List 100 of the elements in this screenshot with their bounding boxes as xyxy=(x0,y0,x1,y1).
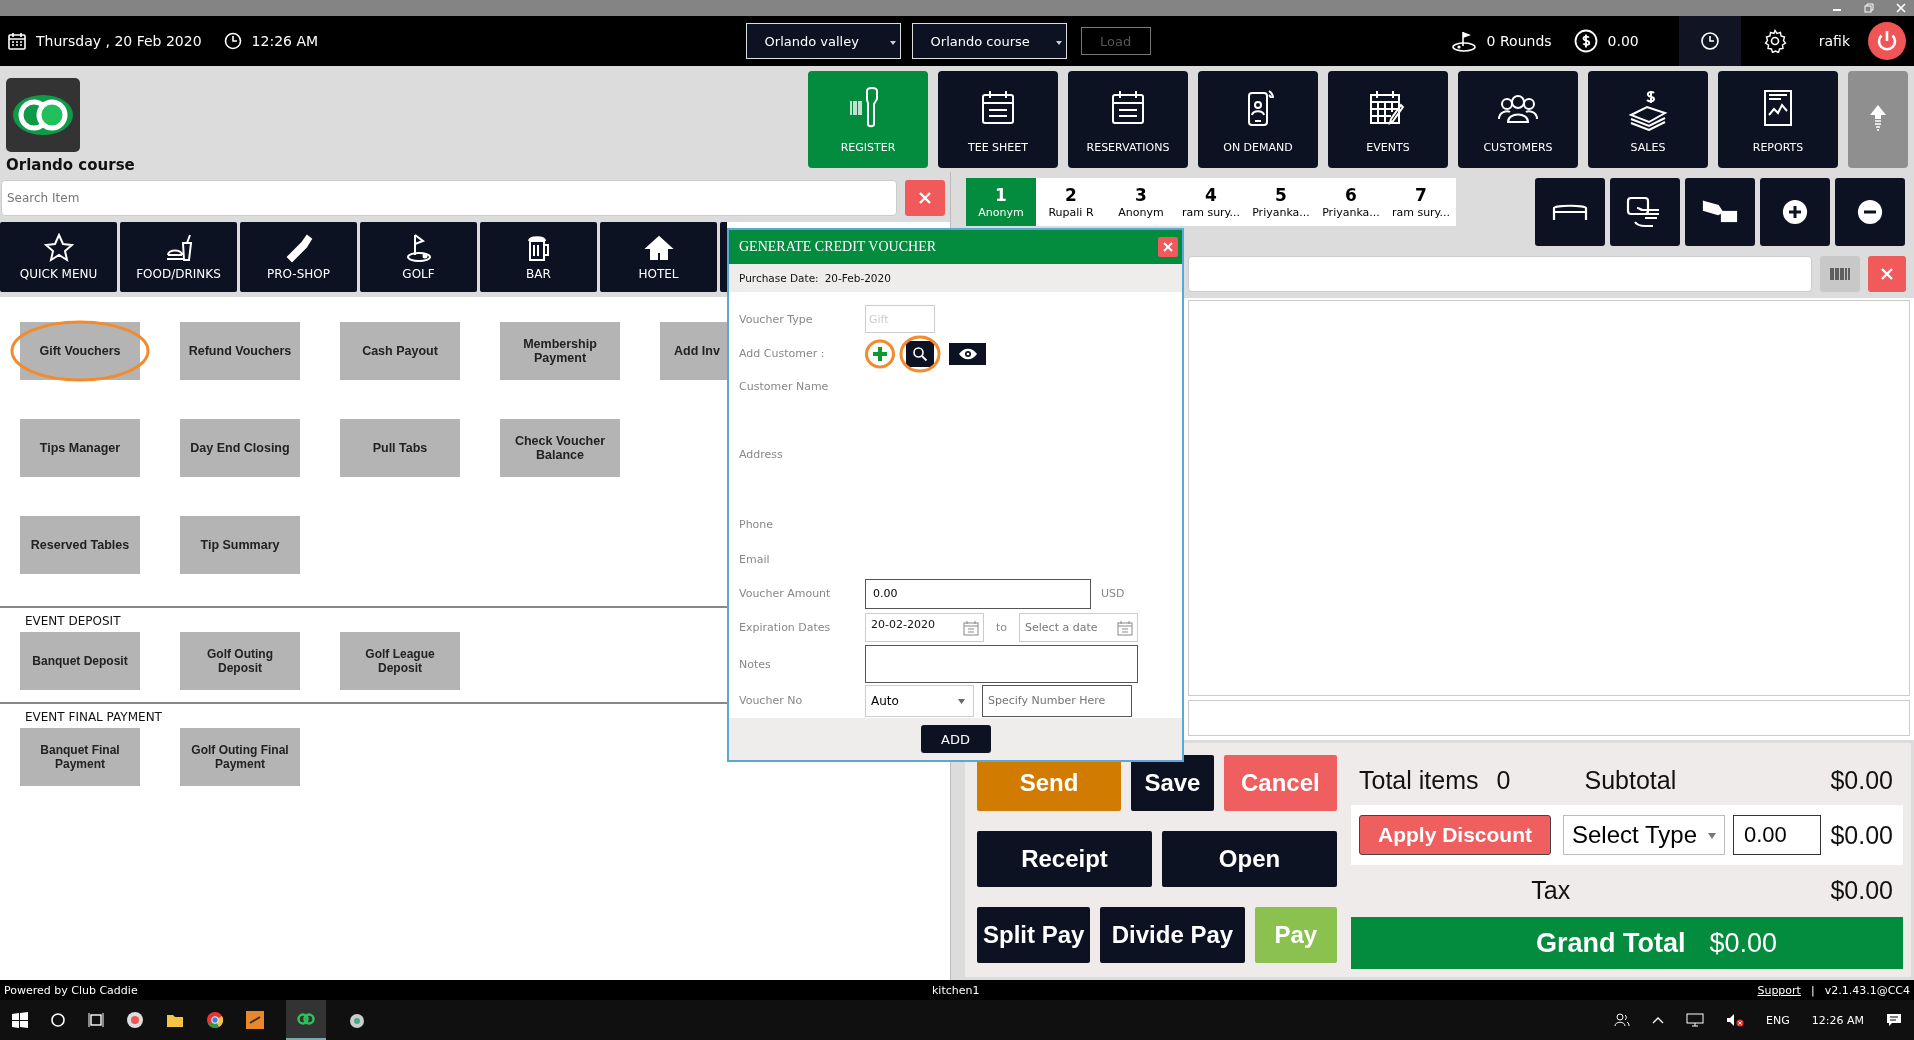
nav-button[interactable]: EVENTS xyxy=(1328,70,1448,168)
taskbar-clock[interactable]: 12:26 AM xyxy=(1811,1013,1864,1027)
nav-button[interactable]: REPORTS xyxy=(1718,70,1838,168)
menu-tile[interactable]: Reserved Tables xyxy=(20,516,140,574)
date-to-field[interactable]: Select a date xyxy=(1019,613,1139,643)
action-button[interactable]: Split Pay xyxy=(977,907,1091,963)
field-label: Expiration Dates xyxy=(739,621,832,635)
action-button[interactable]: Save xyxy=(1131,755,1214,811)
search-customer-button[interactable] xyxy=(906,340,934,367)
to-text: to xyxy=(996,621,1008,635)
tool-button[interactable] xyxy=(1835,178,1905,246)
chevron-up-icon[interactable] xyxy=(1652,1016,1665,1024)
menu-tile[interactable]: Golf Outing Deposit xyxy=(180,632,300,690)
menu-tile[interactable]: Add Inv xyxy=(660,322,727,380)
balance-text: 0.00 xyxy=(1607,33,1639,49)
nav-button[interactable]: SALES xyxy=(1588,70,1708,168)
subtotal-label: Subtotal xyxy=(1584,765,1677,795)
menu-tile[interactable]: Pull Tabs xyxy=(340,419,460,477)
network-icon[interactable] xyxy=(1686,1013,1705,1027)
nav-button[interactable]: TEE SHEET xyxy=(938,70,1058,168)
tool-button[interactable] xyxy=(1535,178,1605,246)
field-label: Notes xyxy=(739,657,772,671)
voucher-number-field[interactable]: Specify Number Here xyxy=(982,684,1132,717)
category-tab[interactable]: PRO-SHOP xyxy=(240,222,357,292)
date-from-field[interactable]: 20-02-2020 xyxy=(865,613,984,643)
action-button[interactable]: Divide Pay xyxy=(1100,907,1245,963)
action-button[interactable]: Open xyxy=(1162,831,1337,887)
restore-icon[interactable] xyxy=(1864,3,1874,13)
support-link[interactable]: Support xyxy=(1757,983,1801,997)
menu-tile[interactable]: Check Voucher Balance xyxy=(500,419,620,477)
settings-icon[interactable] xyxy=(1762,29,1787,53)
clear-search-button[interactable] xyxy=(905,180,945,216)
item-scan-field[interactable] xyxy=(1188,256,1812,292)
close-dialog-button[interactable] xyxy=(1158,237,1178,257)
menu-tile[interactable]: Gift Vouchers xyxy=(20,322,140,380)
time-text: 12:26 AM xyxy=(251,33,319,49)
nav-button[interactable]: REGISTER xyxy=(808,70,928,168)
action-button[interactable]: Receipt xyxy=(977,831,1152,887)
menu-tile[interactable]: Tip Summary xyxy=(180,516,300,574)
voucher-amount-field[interactable]: 0.00 xyxy=(865,578,1091,609)
search-icon xyxy=(912,345,928,362)
language-indicator[interactable]: ENG xyxy=(1766,1013,1790,1027)
app-icon[interactable] xyxy=(126,1011,144,1029)
dialog-title: GENERATE CREDIT VOUCHER xyxy=(739,239,937,255)
category-tab[interactable]: HOTEL xyxy=(600,222,717,292)
order-tab[interactable]: 1 Anonym xyxy=(966,178,1036,226)
search-field[interactable]: Search Item xyxy=(1,180,897,216)
tool-button[interactable] xyxy=(1610,178,1680,246)
browser-icon[interactable] xyxy=(206,1011,224,1029)
menu-tile[interactable]: Membership Payment xyxy=(500,322,620,380)
category-tab[interactable]: GOLF xyxy=(360,222,477,292)
nav-button[interactable]: RESERVATIONS xyxy=(1068,70,1188,168)
clear-order-button[interactable] xyxy=(1868,256,1906,292)
discount-value-field[interactable]: 0.00 xyxy=(1733,815,1821,855)
section-title: EVENT FINAL PAYMENT xyxy=(24,710,162,724)
people-icon[interactable] xyxy=(1614,1012,1631,1028)
discount-amount: $0.00 xyxy=(1830,820,1893,850)
muted-speaker-icon[interactable] xyxy=(1726,1013,1745,1027)
add-customer-icon[interactable] xyxy=(872,345,888,362)
nav-button[interactable]: CUSTOMERS xyxy=(1458,70,1578,168)
tool-button[interactable] xyxy=(1760,178,1830,246)
notification-icon[interactable] xyxy=(1886,1013,1902,1027)
voucher-no-select[interactable]: Auto xyxy=(865,684,974,717)
add-button[interactable]: ADD xyxy=(920,725,991,753)
task-view-icon[interactable] xyxy=(88,1012,104,1028)
star-icon xyxy=(43,233,74,263)
close-icon[interactable] xyxy=(1896,3,1906,13)
nav-button[interactable]: ON DEMAND xyxy=(1198,70,1318,168)
house-icon xyxy=(643,233,674,263)
menu-tile[interactable]: Banquet Final Payment xyxy=(20,728,140,786)
folder-icon[interactable] xyxy=(166,1012,184,1028)
location-select[interactable]: Orlando valley xyxy=(745,23,901,59)
clock-icon[interactable] xyxy=(1699,31,1720,51)
power-button[interactable] xyxy=(1868,22,1906,60)
menu-tile[interactable]: Golf League Deposit xyxy=(340,632,460,690)
windows-start-icon[interactable] xyxy=(12,1012,28,1028)
app-icon[interactable] xyxy=(348,1011,366,1029)
caret-icon xyxy=(958,698,965,704)
category-tab[interactable]: BAR xyxy=(480,222,597,292)
menu-tile[interactable]: Day End Closing xyxy=(180,419,300,477)
view-customer-button[interactable] xyxy=(949,342,986,365)
order-note-field[interactable] xyxy=(1188,700,1910,736)
menu-tile[interactable]: Tips Manager xyxy=(20,419,140,477)
discount-type-select[interactable]: Select Type xyxy=(1563,815,1725,855)
notes-field[interactable] xyxy=(865,645,1138,684)
menu-tile[interactable]: Cash Payout xyxy=(340,322,460,380)
search-icon[interactable] xyxy=(50,1012,66,1028)
course-select[interactable]: Orlando course xyxy=(911,23,1067,59)
menu-tile[interactable]: Refund Vouchers xyxy=(180,322,300,380)
barcode-button[interactable] xyxy=(1820,256,1860,292)
total-items-label: Total items xyxy=(1359,765,1479,795)
category-tab[interactable]: FOOD/DRINKS xyxy=(120,222,237,292)
category-tab[interactable]: QUICK MENU xyxy=(0,222,117,292)
tool-button[interactable] xyxy=(1685,178,1755,246)
menu-tile[interactable]: Banquet Deposit xyxy=(20,632,140,690)
purchase-date-label: Purchase Date: xyxy=(739,272,819,284)
rounds-count: 0 Rounds xyxy=(1486,33,1552,49)
user-name[interactable]: rafik xyxy=(1818,33,1850,49)
grand-total-label: Grand Total xyxy=(1535,927,1686,959)
menu-tile[interactable]: Golf Outing Final Payment xyxy=(180,728,300,786)
